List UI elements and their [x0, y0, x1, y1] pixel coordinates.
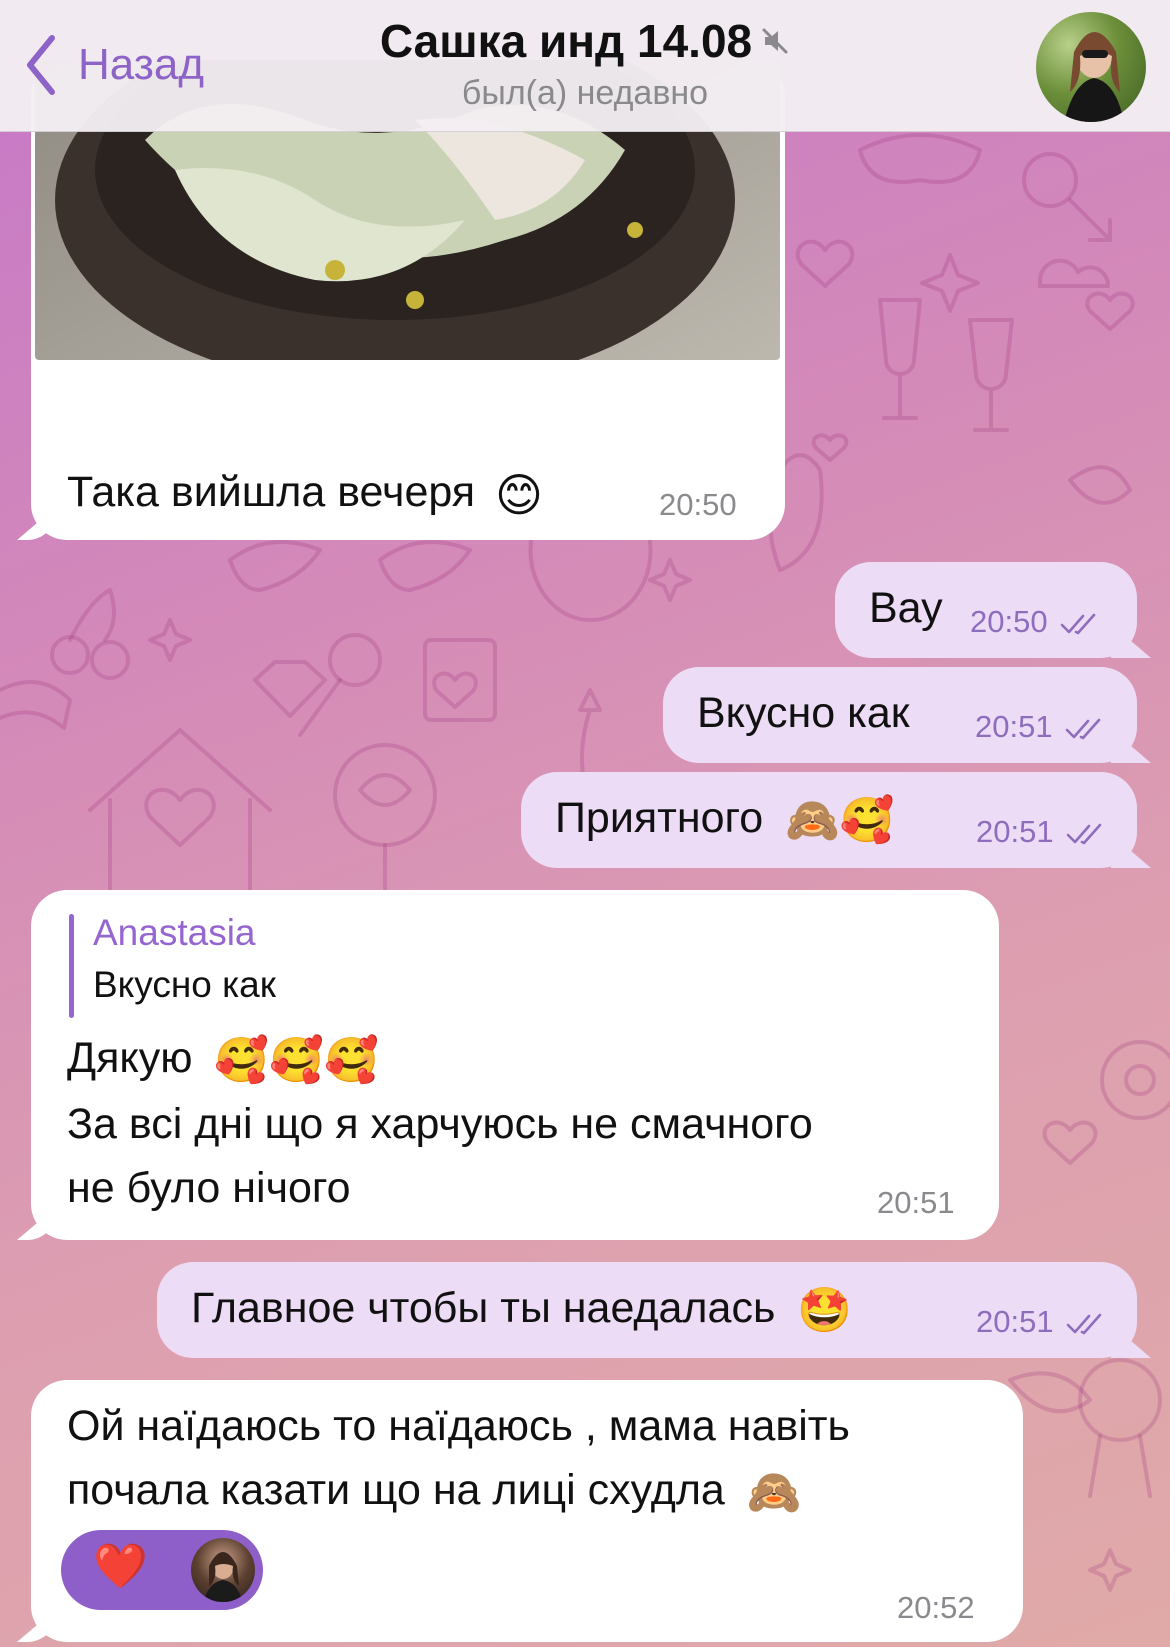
message-text: Вау [869, 584, 943, 632]
message-text: Така вийшла вечеря [67, 468, 476, 516]
avatar-photo [1064, 32, 1124, 122]
chat-title-area[interactable]: Сашка инд 14.08 был(а) недавно [0, 14, 1170, 113]
smiling-emoji: 😊 [495, 468, 544, 521]
message-text-line: не було нічого [67, 1164, 351, 1212]
read-checks-icon [1065, 718, 1101, 740]
message-text: Приятного [555, 794, 764, 842]
reply-text: Вкусно как [93, 964, 276, 1005]
message-text-line: Ой наїдаюсь то наїдаюсь , мама навіть [67, 1402, 850, 1450]
message-outgoing[interactable]: Вкусно как 20:51 [663, 667, 1137, 763]
see-no-evil-monkey-emoji: 🙈 [746, 1467, 802, 1517]
chat-title: Сашка инд 14.08 [379, 15, 753, 67]
message-time: 20:51 [975, 709, 1053, 744]
message-outgoing[interactable]: Вау 20:50 [835, 562, 1137, 658]
message-outgoing[interactable]: Приятного 🙈🥰 20:51 [521, 772, 1137, 868]
read-checks-icon [1066, 1313, 1102, 1335]
message-text: Вкусно как [697, 689, 910, 737]
message-time: 20:50 [970, 604, 1048, 639]
message-text-line: Дякую [67, 1034, 193, 1082]
read-checks-icon [1066, 823, 1102, 845]
mute-icon [762, 28, 788, 54]
chat-header: Назад Сашка инд 14.08 был(а) недавно [0, 0, 1170, 132]
red-heart-reaction: ❤️ [93, 1542, 148, 1591]
message-incoming-photo[interactable]: Така вийшла вечеря 😊 20:50 [31, 60, 785, 540]
message-time: 20:51 [976, 814, 1054, 849]
message-text-line: почала казати що на лиці схудла [67, 1466, 725, 1514]
smiling-hearts-emoji: 🥰🥰🥰 [214, 1035, 379, 1085]
message-time: 20:51 [976, 1304, 1054, 1339]
reply-quote-bar [69, 914, 74, 1018]
message-text-line: За всі дні що я харчуюсь не смачного [67, 1100, 813, 1148]
message-time: 20:51 [877, 1185, 955, 1220]
message-time: 20:50 [659, 487, 737, 522]
reply-author: Anastasia [93, 912, 256, 953]
message-time: 20:52 [897, 1590, 975, 1625]
read-checks-icon [1060, 613, 1096, 635]
chat-status: был(а) недавно [461, 74, 709, 112]
monkey-and-hearts-emoji: 🙈🥰 [785, 795, 895, 845]
message-outgoing[interactable]: Главное чтобы ты наедалась 🤩 20:51 [157, 1262, 1137, 1358]
reaction-pill[interactable]: ❤️ [61, 1530, 263, 1610]
message-text: Главное чтобы ты наедалась [191, 1284, 776, 1332]
reactor-avatar [191, 1538, 255, 1602]
message-incoming[interactable]: Ой наїдаюсь то наїдаюсь , мама навіть по… [31, 1380, 1023, 1642]
star-struck-emoji: 🤩 [797, 1285, 853, 1335]
contact-avatar[interactable] [1036, 12, 1146, 122]
message-incoming-reply[interactable]: Anastasia Вкусно как Дякую 🥰🥰🥰 За всі дн… [31, 890, 999, 1240]
